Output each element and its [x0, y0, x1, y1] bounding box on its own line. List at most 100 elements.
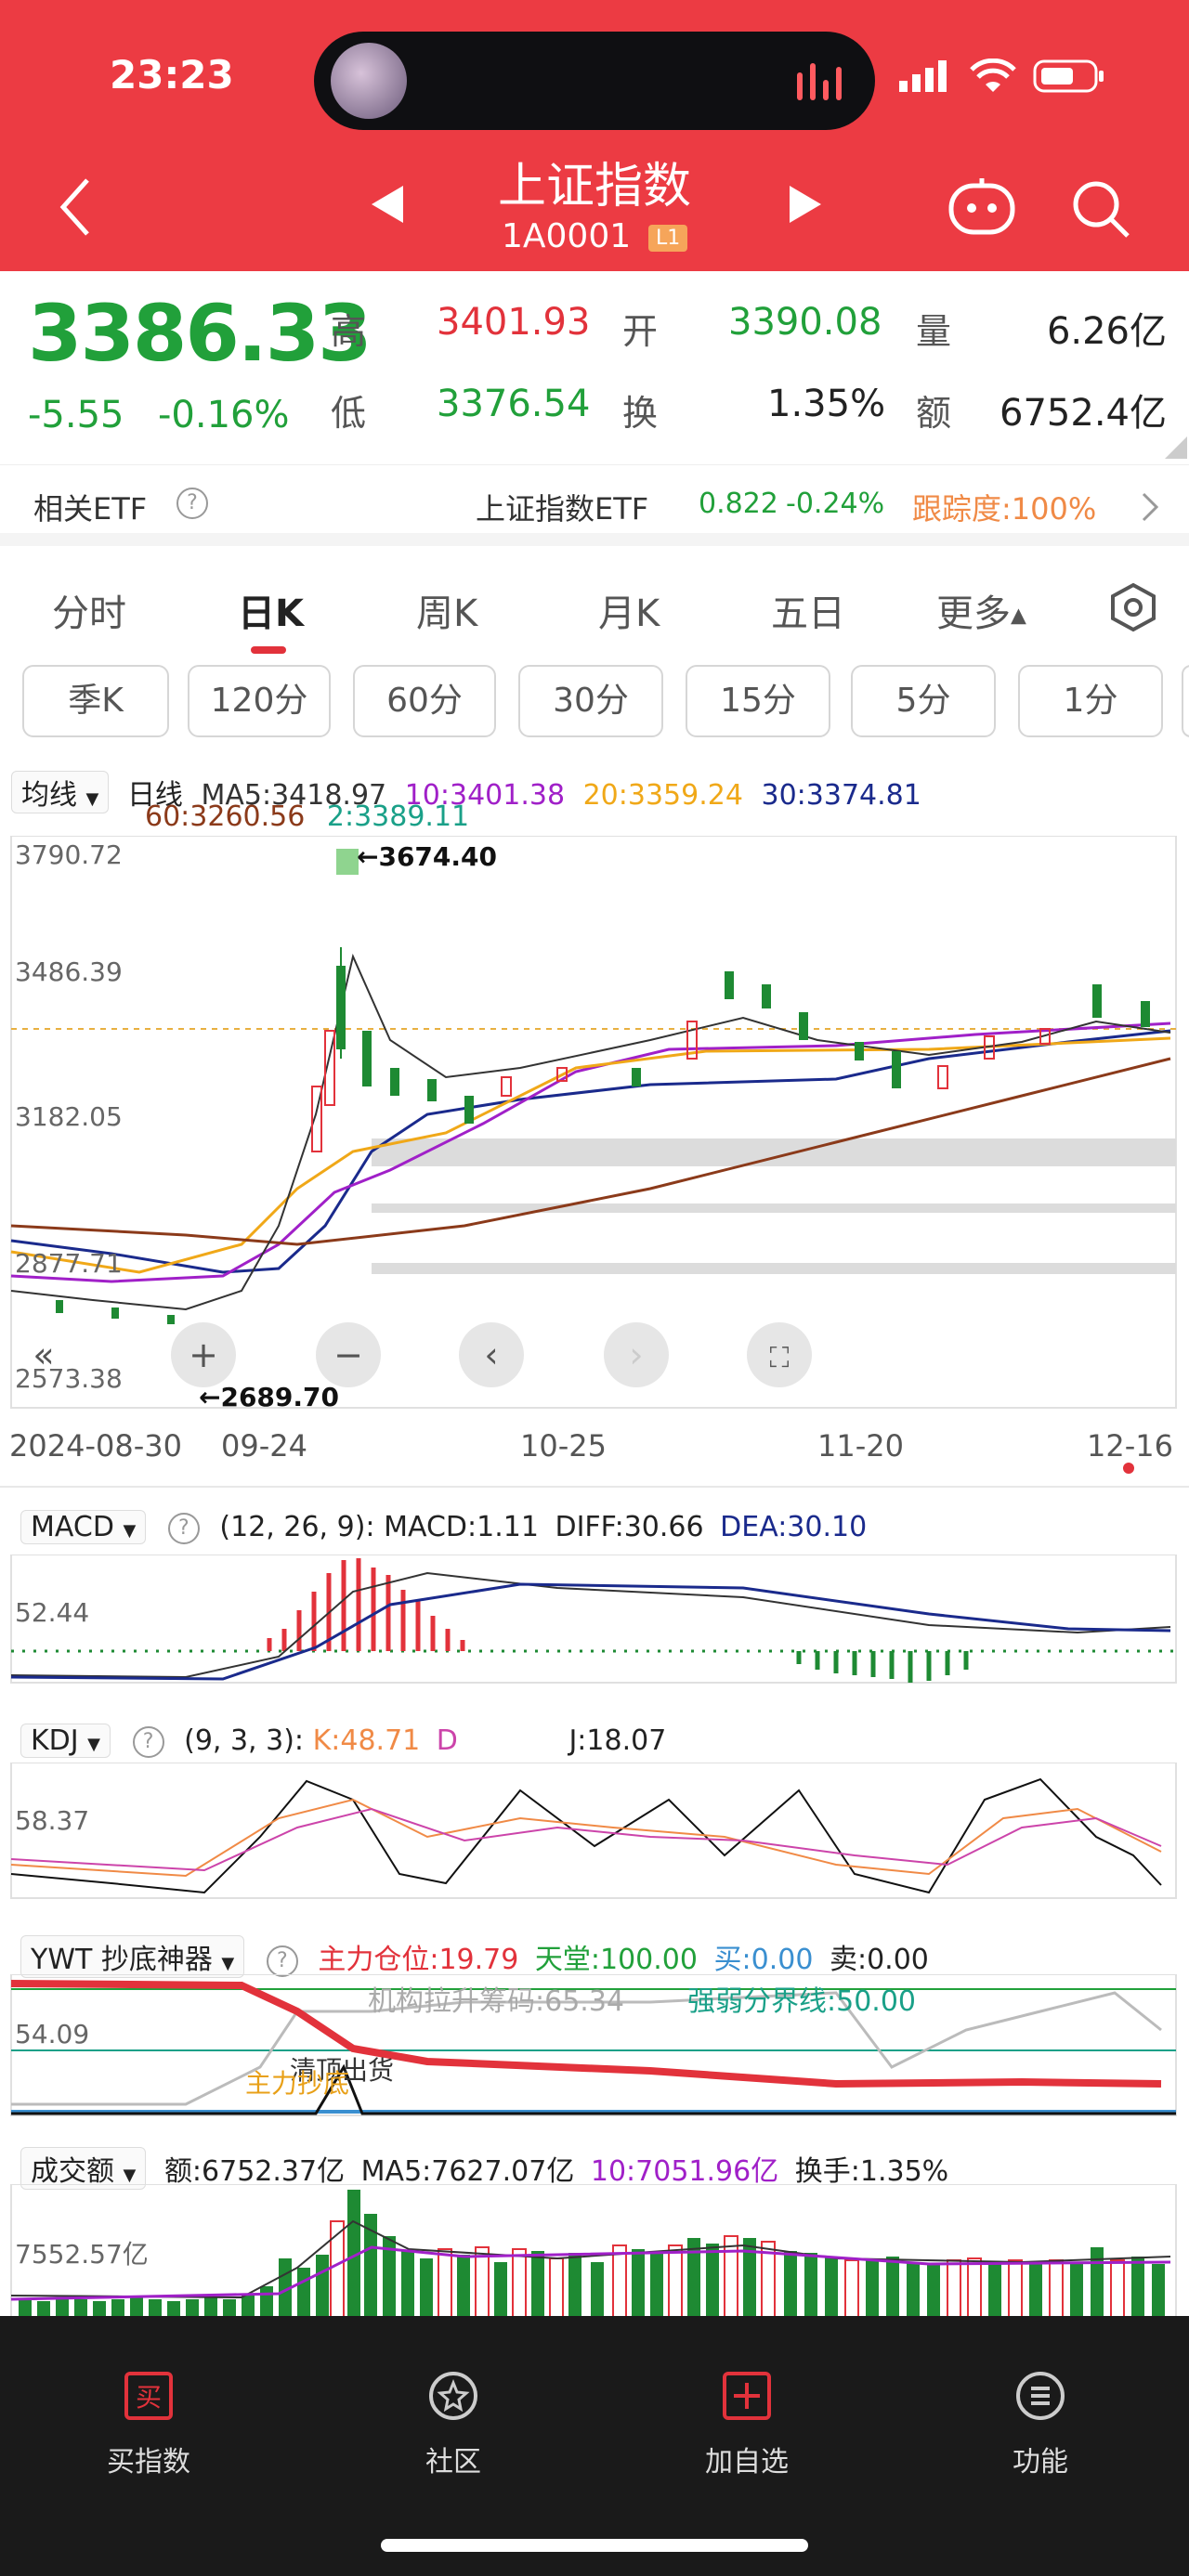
related-etf-row[interactable]: 相关ETF ? 上证指数ETF 0.822 -0.24% 跟踪度:100%: [0, 464, 1189, 546]
macd-selector-label: MACD: [31, 1511, 114, 1543]
period-more[interactable]: [1182, 665, 1189, 737]
period-120min[interactable]: 120分: [188, 665, 331, 737]
ywt-selector[interactable]: YWT 抄底神器 ▼: [20, 1935, 245, 1978]
support-zone-low: [372, 1263, 1176, 1274]
support-zone: [372, 1203, 1176, 1213]
open-value: 3390.08: [728, 301, 882, 344]
tab-minute[interactable]: 分时: [52, 583, 126, 637]
tab-weekly-k[interactable]: 周K: [416, 583, 477, 637]
volume-ma5: MA5:7627.07亿: [360, 2155, 575, 2188]
robot-assistant-button[interactable]: [947, 178, 1016, 240]
y-tick-2: 3486.39: [15, 956, 123, 987]
etf-label: 相关ETF: [33, 491, 148, 527]
fullscreen-button[interactable]: ⛶: [747, 1322, 812, 1387]
kdj-selector[interactable]: KDJ ▼: [20, 1724, 111, 1758]
resistance-zone: [372, 1138, 1176, 1166]
audio-wave-icon: [797, 63, 842, 100]
status-time: 23:23: [110, 52, 234, 98]
tab-monthly-k[interactable]: 月K: [598, 583, 660, 637]
help-icon[interactable]: ?: [132, 1725, 164, 1758]
period-30min[interactable]: 30分: [518, 665, 663, 737]
volume-turnover: 换手:1.35%: [794, 2155, 949, 2188]
avatar: [331, 43, 407, 119]
ma-selector-label: 均线: [21, 779, 77, 812]
volume-value: 6.26亿: [1046, 310, 1167, 353]
svg-text:买: 买: [136, 2382, 162, 2413]
period-60min[interactable]: 60分: [353, 665, 496, 737]
etf-price: 0.822: [699, 488, 778, 520]
kline-chart[interactable]: 9: [0, 836, 1189, 1412]
low-annotation: ←2689.70: [199, 1382, 339, 1412]
chart-tabs: 分时 日K 周K 月K 五日 更多▲: [0, 559, 1189, 652]
low-value: 3376.54: [437, 383, 591, 425]
settings-hexagon-icon[interactable]: [1107, 581, 1159, 633]
nav-add-watchlist[interactable]: 加自选: [654, 2370, 840, 2479]
search-icon: [1073, 181, 1130, 238]
kdj-chart[interactable]: [0, 1763, 1189, 1902]
date-label-2: 09-24: [221, 1428, 307, 1464]
volume-selector-label: 成交额: [31, 2155, 114, 2188]
header-bar: 23:23 上证指数 1A0001 L1: [0, 0, 1189, 271]
help-icon[interactable]: ?: [167, 1512, 200, 1544]
tab-more[interactable]: 更多▲: [936, 583, 1026, 637]
volume-y-tick: 7552.57亿: [15, 2239, 149, 2270]
tab-more-label: 更多: [936, 592, 1011, 635]
period-1min[interactable]: 1分: [1018, 665, 1163, 737]
chevron-left-icon: ‹: [484, 1334, 499, 1375]
tab-five-day[interactable]: 五日: [771, 583, 845, 637]
sell-signal-line: [11, 2063, 1176, 2115]
zoom-in-button[interactable]: +: [171, 1322, 236, 1387]
divider: [0, 1486, 1189, 1488]
dropdown-icon: ▼: [87, 1735, 101, 1754]
buy-value: 买:0.00: [713, 1944, 814, 1976]
zoom-out-button[interactable]: −: [316, 1322, 381, 1387]
period-15min[interactable]: 15分: [686, 665, 830, 737]
volume-chart[interactable]: [0, 2184, 1189, 2329]
nav-buy-index-label: 买指数: [107, 2446, 190, 2478]
menu-circle-icon: [1016, 2372, 1065, 2420]
help-icon[interactable]: ?: [176, 488, 208, 519]
volume-amount: 额:6752.37亿: [163, 2155, 346, 2188]
scroll-right-button[interactable]: ›: [604, 1322, 669, 1387]
home-indicator[interactable]: [381, 2539, 808, 2552]
next-index-button[interactable]: [790, 186, 821, 227]
macd-legend: MACD ▼ ? (12, 26, 9): MACD:1.11 DIFF:30.…: [20, 1510, 867, 1544]
macd-params: (12, 26, 9):: [219, 1511, 375, 1543]
ma2-value: 2:3389.11: [326, 800, 470, 833]
nav-community[interactable]: 社区: [360, 2370, 546, 2479]
status-icons: [899, 58, 1107, 95]
index-code: 1A0001: [502, 217, 632, 255]
community-star-icon: [429, 2372, 477, 2420]
macd-chart[interactable]: [0, 1555, 1189, 1685]
signal-icon: [899, 60, 947, 92]
ma60-value: 60:3260.56: [145, 800, 306, 833]
current-price: 3386.33: [28, 288, 372, 379]
ma-selector[interactable]: 均线 ▼: [11, 771, 110, 813]
search-button[interactable]: [1070, 178, 1131, 243]
current-date-dot: [1123, 1463, 1134, 1474]
etf-tracking: 跟踪度:100%: [912, 491, 1097, 527]
j-value: J:18.07: [568, 1724, 667, 1757]
minus-icon: −: [333, 1334, 363, 1375]
high-label: 高: [331, 311, 367, 352]
caret-up-icon: ▲: [1011, 604, 1026, 628]
battery-icon: [1033, 59, 1104, 93]
dynamic-island: [314, 32, 875, 130]
tab-daily-k[interactable]: 日K: [238, 583, 304, 637]
date-label-4: 11-20: [817, 1428, 904, 1464]
scroll-left-button[interactable]: ‹: [459, 1322, 524, 1387]
macd-y-tick: 52.44: [15, 1597, 90, 1628]
nav-buy-index[interactable]: 买 买指数: [56, 2370, 242, 2479]
price-change-pct: -0.16%: [158, 394, 290, 436]
collapse-left-button[interactable]: «: [11, 1322, 76, 1387]
period-quarter[interactable]: 季K: [22, 665, 169, 737]
period-5min[interactable]: 5分: [851, 665, 996, 737]
diff-value: DIFF:30.66: [555, 1511, 704, 1543]
macd-selector[interactable]: MACD ▼: [20, 1510, 147, 1544]
period-buttons: 季K 120分 60分 30分 15分 5分 1分: [0, 665, 1189, 747]
turnover-label: 换: [622, 393, 659, 434]
help-icon[interactable]: ?: [266, 1945, 298, 1977]
high-value: 3401.93: [437, 301, 591, 344]
y-tick-1: 3790.72: [15, 839, 123, 870]
nav-functions[interactable]: 功能: [947, 2370, 1133, 2479]
